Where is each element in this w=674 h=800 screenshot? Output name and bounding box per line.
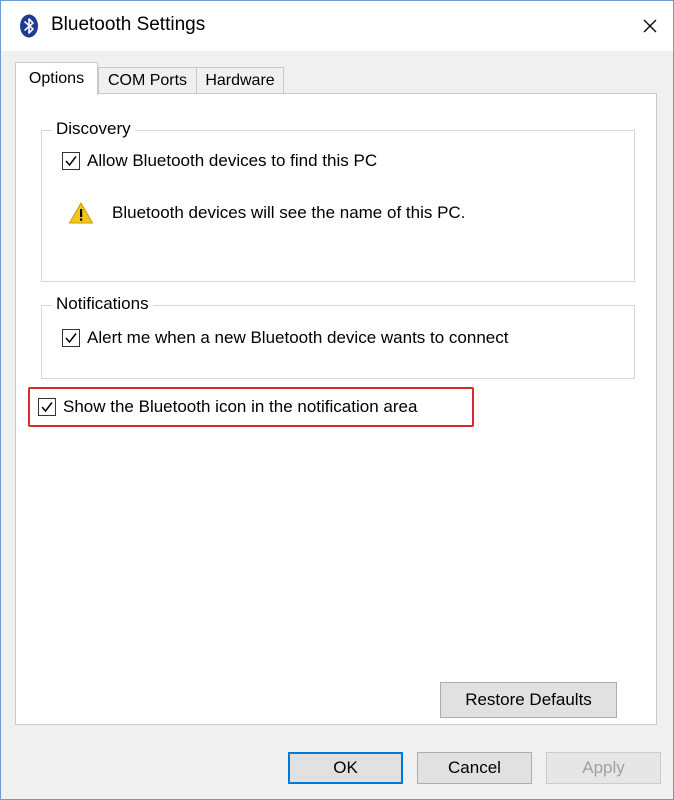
tab-com-ports[interactable]: COM Ports (98, 67, 197, 94)
bluetooth-settings-dialog: Bluetooth Settings Options COM Ports Har… (0, 0, 674, 800)
title-bar: Bluetooth Settings (1, 1, 673, 51)
cancel-button[interactable]: Cancel (417, 752, 532, 784)
apply-button[interactable]: Apply (546, 752, 661, 784)
checkmark-icon (41, 402, 53, 413)
show-icon-row[interactable]: Show the Bluetooth icon in the notificat… (38, 397, 417, 417)
warning-text: Bluetooth devices will see the name of t… (112, 203, 466, 222)
alert-label: Alert me when a new Bluetooth device wan… (87, 328, 509, 347)
show-icon-label: Show the Bluetooth icon in the notificat… (63, 397, 418, 416)
allow-discovery-label: Allow Bluetooth devices to find this PC (87, 151, 378, 170)
options-panel: Discovery Allow Bluetooth devices to fin… (15, 93, 657, 725)
checkmark-icon (65, 156, 77, 167)
discovery-legend: Discovery (52, 119, 135, 139)
tab-options[interactable]: Options (15, 62, 98, 95)
window-title: Bluetooth Settings (51, 14, 206, 35)
checkmark-icon (65, 333, 77, 344)
restore-defaults-button[interactable]: Restore Defaults (440, 682, 617, 718)
close-button[interactable] (627, 1, 673, 51)
alert-row[interactable]: Alert me when a new Bluetooth device wan… (62, 328, 508, 348)
bluetooth-icon (20, 14, 38, 38)
alert-checkbox[interactable] (62, 329, 80, 347)
notifications-legend: Notifications (52, 294, 153, 314)
show-icon-checkbox[interactable] (38, 398, 56, 416)
close-icon (643, 19, 657, 33)
warning-icon (68, 201, 94, 224)
notifications-group: Notifications Alert me when a new Blueto… (41, 294, 635, 379)
tab-hardware[interactable]: Hardware (196, 67, 284, 94)
discovery-group: Discovery Allow Bluetooth devices to fin… (41, 119, 635, 282)
ok-button[interactable]: OK (288, 752, 403, 784)
allow-discovery-checkbox[interactable] (62, 152, 80, 170)
warning-row: Bluetooth devices will see the name of t… (68, 201, 465, 225)
allow-discovery-row[interactable]: Allow Bluetooth devices to find this PC (62, 151, 377, 171)
